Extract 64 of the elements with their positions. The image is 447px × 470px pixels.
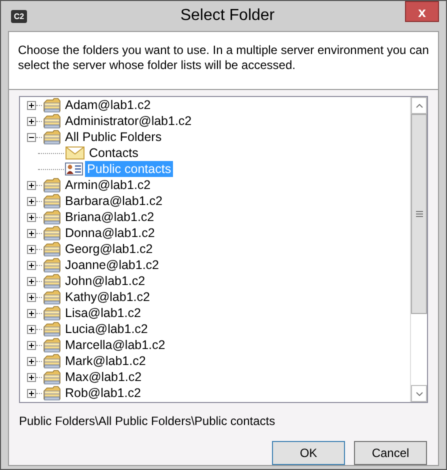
- tree-item[interactable]: John@lab1.c2: [63, 273, 148, 289]
- folder-stack-icon: [43, 114, 61, 128]
- grip-icon[interactable]: [416, 211, 422, 217]
- tree-item[interactable]: Briana@lab1.c2: [63, 209, 156, 225]
- tree-item[interactable]: All Public Folders: [63, 129, 164, 145]
- folder-stack-icon: [43, 290, 61, 304]
- folder-stack-icon: [43, 386, 61, 400]
- collapse-icon[interactable]: [27, 132, 36, 142]
- folder-stack-icon: [43, 370, 61, 384]
- expand-icon[interactable]: [27, 324, 36, 334]
- expand-icon[interactable]: [27, 260, 36, 270]
- expand-icon[interactable]: [27, 372, 36, 382]
- expand-icon[interactable]: [27, 196, 36, 206]
- tree-item[interactable]: Marcella@lab1.c2: [63, 337, 168, 353]
- tree-item[interactable]: Joanne@lab1.c2: [63, 257, 162, 273]
- scrollbar[interactable]: [410, 97, 427, 402]
- expand-icon[interactable]: [27, 228, 36, 238]
- tree-item[interactable]: Lucia@lab1.c2: [63, 321, 150, 337]
- folder-stack-icon: [43, 322, 61, 336]
- dialog-button[interactable]: OK: [272, 441, 345, 465]
- folder-stack-icon: [43, 258, 61, 272]
- tree-item[interactable]: Armin@lab1.c2: [63, 177, 153, 193]
- tree-item[interactable]: Administrator@lab1.c2: [63, 113, 194, 129]
- scroll-up-icon[interactable]: [416, 104, 422, 108]
- folder-stack-icon: [43, 354, 61, 368]
- folder-path: Public Folders\All Public Folders\Public contacts: [19, 414, 276, 428]
- folder-stack-icon: [43, 178, 61, 192]
- tree-item[interactable]: Contacts: [87, 145, 140, 161]
- expand-icon[interactable]: [27, 116, 36, 126]
- envelope-icon: [65, 146, 85, 160]
- expand-icon[interactable]: [27, 356, 36, 366]
- folder-stack-icon: [43, 194, 61, 208]
- app-logo: C2: [11, 10, 27, 22]
- window-title: Select Folder: [180, 6, 275, 26]
- tree-item[interactable]: Kathy@lab1.c2: [63, 289, 152, 305]
- close-button[interactable]: x: [405, 1, 439, 22]
- folder-stack-icon: [43, 306, 61, 320]
- expand-icon[interactable]: [27, 100, 36, 110]
- tree-item[interactable]: Barbara@lab1.c2: [63, 193, 164, 209]
- folder-stack-icon: [43, 242, 61, 256]
- tree-item[interactable]: Rob@lab1.c2: [63, 385, 143, 401]
- folder-stack-icon: [43, 226, 61, 240]
- expand-icon[interactable]: [27, 292, 36, 302]
- dialog-button[interactable]: Cancel: [354, 441, 427, 465]
- folder-stack-icon: [43, 338, 61, 352]
- expand-icon[interactable]: [27, 180, 36, 190]
- expand-icon[interactable]: [27, 244, 36, 254]
- tree-item[interactable]: Max@lab1.c2: [63, 369, 144, 385]
- tree-item[interactable]: Georg@lab1.c2: [63, 241, 155, 257]
- tree-item[interactable]: Mark@lab1.c2: [63, 353, 148, 369]
- expand-icon[interactable]: [27, 212, 36, 222]
- tree-item[interactable]: Lisa@lab1.c2: [63, 305, 143, 321]
- tree-item[interactable]: Adam@lab1.c2: [63, 97, 153, 113]
- folder-stack-icon: [43, 130, 61, 144]
- instructions-text: Choose the folders you want to use. In a multiple server environment you can select the server whose folder lists will be accessed.: [18, 43, 429, 73]
- contact-card-icon: [65, 162, 83, 176]
- scroll-down-icon[interactable]: [416, 392, 422, 396]
- folder-stack-icon: [43, 210, 61, 224]
- tree-item[interactable]: Donna@lab1.c2: [63, 225, 157, 241]
- expand-icon[interactable]: [27, 340, 36, 350]
- expand-icon[interactable]: [27, 276, 36, 286]
- expand-icon[interactable]: [27, 388, 36, 398]
- expand-icon[interactable]: [27, 308, 36, 318]
- folder-stack-icon: [43, 274, 61, 288]
